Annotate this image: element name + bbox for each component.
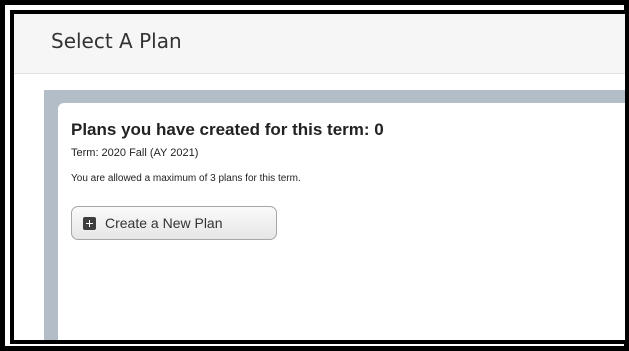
create-new-plan-label: Create a New Plan	[105, 215, 223, 231]
term-label: Term: 2020 Fall (AY 2021)	[71, 147, 199, 159]
create-new-plan-button[interactable]: Create a New Plan	[71, 206, 277, 240]
plus-square-icon	[83, 216, 96, 230]
window-frame: Select A Plan Plans you have created for…	[10, 10, 625, 344]
plans-heading: Plans you have created for this term: 0	[71, 120, 384, 139]
plans-card: Plans you have created for this term: 0 …	[58, 103, 625, 340]
page-header: Select A Plan	[14, 14, 625, 74]
page-title: Select A Plan	[51, 29, 182, 53]
plan-limit-notice: You are allowed a maximum of 3 plans for…	[71, 173, 301, 184]
